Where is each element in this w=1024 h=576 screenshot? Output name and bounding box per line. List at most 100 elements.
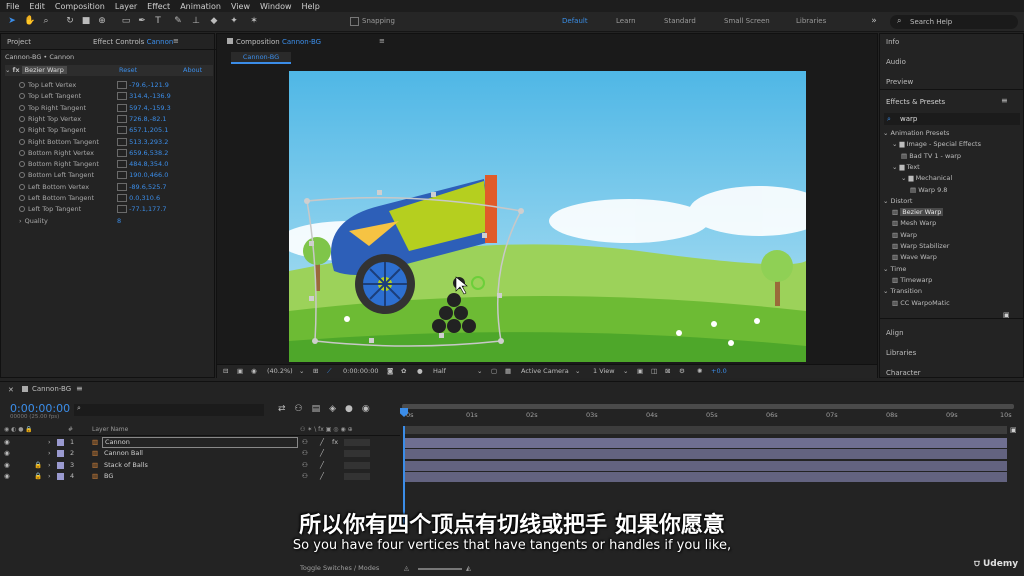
timeline-switches-icons[interactable]: ⇄⚇▤◈●◉ [278,404,379,414]
shy-switch-icon[interactable]: ⚇ [302,448,308,459]
info-panel-tab[interactable]: Info [886,38,899,46]
timeline-menu-icon[interactable]: ≡ [76,384,83,393]
crosshair-icon[interactable] [117,171,127,180]
effect-header-row[interactable]: ⌄ fx Bezier Warp Reset About [5,65,213,76]
effects-tree-item[interactable]: ▤ Bad TV 1 - warp [901,151,961,162]
work-area-bar[interactable] [402,404,1014,409]
effects-presets-tab[interactable]: Effects & Presets [886,98,945,106]
camera-tool-icon[interactable]: ■ [80,15,92,27]
stopwatch-icon[interactable] [19,104,25,111]
param-value[interactable]: 513.3,293.2 [129,138,168,146]
effects-tree-item[interactable]: ⌄ ▆ Image - Special Effects [892,139,981,150]
reset-exposure-icon[interactable]: ✺ [697,365,702,378]
effects-tree-item[interactable]: ▥ CC WarpoMatic [892,298,950,309]
composition-viewer[interactable] [289,71,806,362]
workspace-default[interactable]: Default [562,17,588,25]
menu-effect[interactable]: Effect [147,2,170,11]
audio-panel-tab[interactable]: Audio [886,58,906,66]
param-row[interactable]: Top Right Tangent 597.4,-159.3 [19,103,214,114]
param-row[interactable]: Top Left Tangent 314.4,-136.9 [19,91,214,102]
crosshair-icon[interactable] [117,205,127,214]
effects-search-input[interactable]: ⌕ warp [884,113,1020,125]
stopwatch-icon[interactable] [19,183,25,190]
menu-edit[interactable]: Edit [29,2,45,11]
tab-project[interactable]: Project [7,38,31,46]
hand-tool-icon[interactable]: ✋ [24,15,36,27]
comp-timecode[interactable]: 0:00:00:00 [343,365,379,378]
param-row[interactable]: Right Top Tangent 657.1,205.1 [19,125,214,136]
pan-behind-tool-icon[interactable]: ⊕ [96,15,108,27]
param-value[interactable]: -77.1,177.7 [129,205,167,213]
param-row[interactable]: Right Top Vertex 726.8,-82.1 [19,114,214,125]
timeline-zoom-slider[interactable] [418,568,462,570]
clone-stamp-tool-icon[interactable]: ⊥ [190,15,202,27]
param-row[interactable]: › Quality 8 [19,216,214,227]
roto-brush-tool-icon[interactable]: ✦ [228,15,240,27]
zoom-out-icon[interactable]: ◬ [404,564,409,572]
param-row[interactable]: Left Top Tangent -77.1,177.7 [19,204,214,215]
toggle-pixel-icon[interactable]: ▣ [637,365,643,378]
menu-help[interactable]: Help [302,2,320,11]
param-row[interactable]: Bottom Right Tangent 484.8,354.0 [19,159,214,170]
label-color-swatch[interactable] [57,450,64,458]
effects-tree-item[interactable]: ⌄ ▆ Text [892,162,920,173]
crosshair-icon[interactable] [117,182,127,191]
view-chevron-icon[interactable]: ⌄ [623,365,628,378]
param-value[interactable]: 726.8,-82.1 [129,115,167,123]
param-row[interactable]: Top Left Vertex -79.6,-121.9 [19,80,214,91]
layer-track-bar[interactable] [405,438,1007,448]
camera-chevron-icon[interactable]: ⌄ [575,365,580,378]
crosshair-icon[interactable] [117,81,127,89]
resolution-chevron-icon[interactable]: ⌄ [477,365,482,378]
align-panel-tab[interactable]: Align [886,329,904,337]
param-value[interactable]: -89.6,525.7 [129,183,167,191]
layer-row[interactable]: ◉ 🔒 › 3 ▥ Stack of Balls ⚇ ╱ [0,460,400,471]
zoom-dropdown[interactable]: (40.2%) [267,365,293,378]
new-bin-icon[interactable]: ▣ [1003,311,1010,319]
col-layer-name[interactable]: Layer Name [92,424,128,436]
effects-tree-item[interactable]: ▥ Wave Warp [892,252,937,263]
param-value[interactable]: 0.0,310.6 [129,194,160,202]
param-value[interactable]: 190.0,466.0 [129,171,168,179]
type-tool-icon[interactable]: T [152,15,164,27]
exposure-value[interactable]: +0.0 [711,365,727,378]
switch-boxes[interactable] [344,461,370,469]
layer-name[interactable]: Stack of Balls [102,460,298,471]
label-color-swatch[interactable] [57,461,64,469]
effects-tree-item[interactable]: ⌄ Distort [883,196,912,207]
zoom-in-icon[interactable]: ◭ [466,564,471,572]
crosshair-icon[interactable] [117,194,127,202]
param-value[interactable]: -79.6,-121.9 [129,81,169,89]
stopwatch-icon[interactable] [19,93,25,100]
param-value[interactable]: 8 [117,217,121,225]
menu-window[interactable]: Window [260,2,292,11]
mask-view-icon[interactable]: ◉ [251,365,257,378]
comp-marker-icon[interactable]: ▣ [1010,426,1017,434]
param-row[interactable]: Bottom Right Vertex 659.6,538.2 [19,148,214,159]
eye-icon[interactable]: ◉ [4,460,10,471]
param-row[interactable]: Left Bottom Tangent 0.0,310.6 [19,193,214,204]
rotate-tool-icon[interactable]: ↻ [64,15,76,27]
layer-name[interactable]: Cannon Ball [102,448,298,459]
layer-row[interactable]: ◉ 🔒 › 4 ▥ BG ⚇ ╱ [0,471,400,482]
layer-track-bar[interactable] [405,460,1007,471]
effect-name[interactable]: Bezier Warp [21,66,67,74]
reset-link[interactable]: Reset [119,65,137,76]
switch-boxes[interactable] [344,472,370,480]
zoom-chevron-icon[interactable]: ⌄ [299,365,304,378]
label-color-swatch[interactable] [57,439,64,446]
character-panel-tab[interactable]: Character [886,369,921,377]
comp-subtab[interactable]: Cannon-BG [231,52,291,64]
crosshair-icon[interactable] [117,160,127,169]
stopwatch-icon[interactable] [19,115,25,122]
shy-switch-icon[interactable]: ⚇ [302,460,308,471]
lock-icon[interactable]: 🔒 [34,471,42,482]
color-channel-icon[interactable]: ● [417,365,423,378]
selection-tool-icon[interactable]: ➤ [6,15,18,27]
snapshot-icon[interactable]: ◙ [387,365,393,378]
quality-switch-icon[interactable]: ╱ [320,471,324,482]
stopwatch-icon[interactable] [19,138,25,145]
expand-chevron-icon[interactable]: › [48,460,51,471]
camera-dropdown[interactable]: Active Camera [521,365,569,378]
crosshair-icon[interactable] [117,92,127,101]
